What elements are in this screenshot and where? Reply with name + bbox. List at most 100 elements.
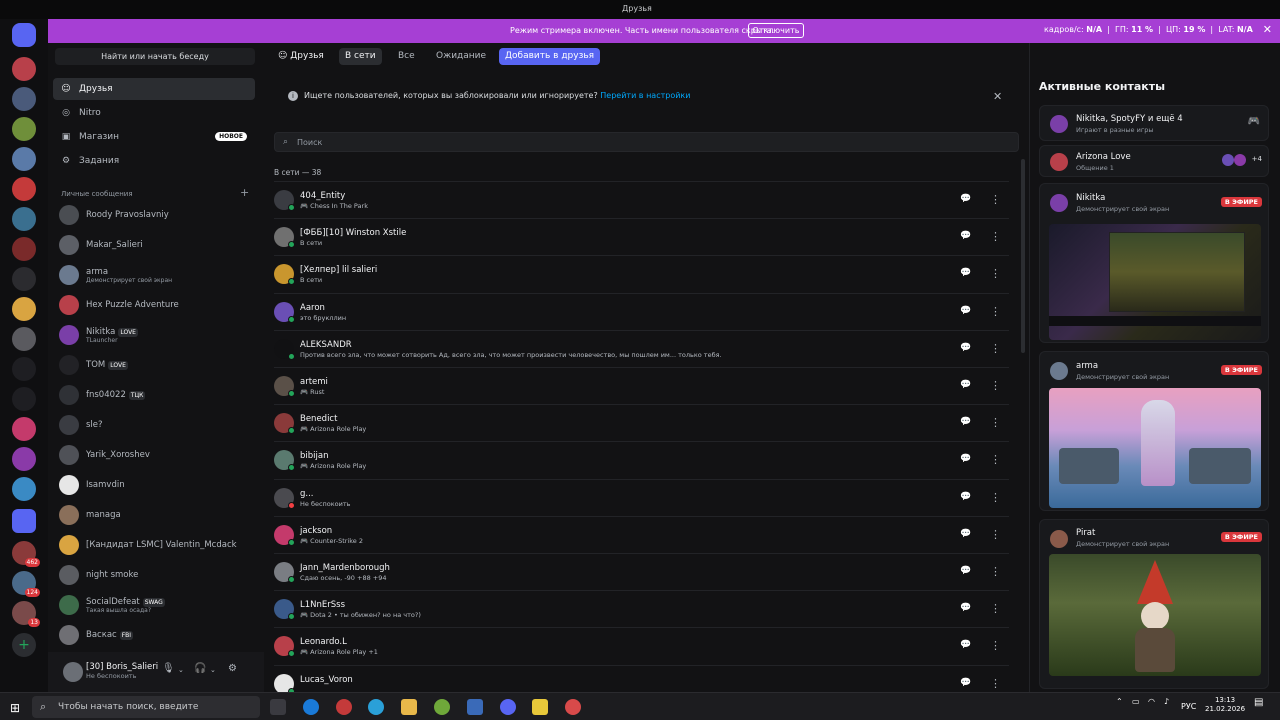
taskbar-search[interactable]: ⌕ Чтобы начать поиск, введите <box>32 696 260 718</box>
message-icon[interactable]: 💬 <box>960 417 972 429</box>
app-icon[interactable] <box>532 699 548 715</box>
friend-row[interactable]: Jann_Mardenborough Сдаю осень, -90 +88 +9… <box>274 553 1009 590</box>
sidebar-item-friends[interactable]: ☺ Друзья <box>53 78 255 100</box>
stream-preview[interactable] <box>1049 388 1261 508</box>
more-options-icon[interactable]: ⋮ <box>990 193 1001 206</box>
folder-icon[interactable] <box>12 509 36 533</box>
friend-row[interactable]: 404_Entity 🎮 Chess In The Park 💬 ⋮ <box>274 181 1009 218</box>
server-icon[interactable] <box>12 87 36 111</box>
add-server-icon[interactable]: + <box>12 633 36 657</box>
volume-icon[interactable]: ♪ <box>1164 697 1169 706</box>
more-options-icon[interactable]: ⋮ <box>990 379 1001 392</box>
gear-icon[interactable]: ⚙ <box>228 663 237 674</box>
stream-card[interactable]: arma Демонстрирует свой экран В ЭФИРЕ <box>1039 351 1269 511</box>
server-icon[interactable]: 13 <box>12 601 40 627</box>
server-icon[interactable]: 462 <box>12 541 40 567</box>
edge-icon[interactable] <box>303 699 319 715</box>
telegram-icon[interactable] <box>368 699 384 715</box>
dm-list-item[interactable]: Yarik_Xoroshev <box>53 442 255 468</box>
chevron-up-icon[interactable]: ⌃ <box>1116 697 1123 706</box>
sidebar-item-nitro[interactable]: ◎ Nitro <box>53 102 255 124</box>
sidebar-item-shop[interactable]: ▣ Магазин НОВОЕ <box>53 126 255 148</box>
friend-row[interactable]: [Хелпер] lil salieri В сети 💬 ⋮ <box>274 255 1009 292</box>
more-options-icon[interactable]: ⋮ <box>990 267 1001 280</box>
dm-list-item[interactable]: Isamvdin <box>53 472 255 498</box>
friend-row[interactable]: g... Не беспокоить 💬 ⋮ <box>274 478 1009 516</box>
activity-card-voice[interactable]: Arizona Love Общение 1 +4 <box>1039 145 1269 177</box>
username[interactable]: [30] Boris_Salieri <box>86 662 158 672</box>
friend-row[interactable]: artemi 🎮 Rust 💬 ⋮ <box>274 367 1009 404</box>
tab-all[interactable]: Все <box>392 48 421 65</box>
network-icon[interactable]: ▭ <box>1132 697 1140 706</box>
dm-list-item[interactable]: Васкас FBI <box>53 622 255 648</box>
message-icon[interactable]: 💬 <box>960 678 972 690</box>
stream-preview[interactable] <box>1049 224 1261 340</box>
server-icon[interactable]: 124 <box>12 571 40 597</box>
opera-icon[interactable] <box>336 699 352 715</box>
more-options-icon[interactable]: ⋮ <box>990 416 1001 429</box>
server-icon[interactable] <box>12 147 36 171</box>
friend-row[interactable]: bibijan 🎮 Arizona Role Play 💬 ⋮ <box>274 441 1009 478</box>
notifications-icon[interactable]: ▤ <box>1254 697 1263 708</box>
scrollbar[interactable] <box>1021 159 1025 353</box>
more-options-icon[interactable]: ⋮ <box>990 230 1001 243</box>
server-icon[interactable] <box>12 177 36 201</box>
settings-link[interactable]: Перейти в настройки <box>600 91 690 100</box>
server-icon[interactable] <box>12 387 36 411</box>
windows-start-icon[interactable]: ⊞ <box>10 701 20 715</box>
server-icon[interactable] <box>12 477 36 501</box>
message-icon[interactable]: 💬 <box>960 343 972 355</box>
dm-list-item[interactable]: managa <box>53 502 255 528</box>
message-icon[interactable]: 💬 <box>960 231 972 243</box>
message-icon[interactable]: 💬 <box>960 454 972 466</box>
dm-list-item[interactable]: TOM LOVE <box>53 352 255 378</box>
dm-list-item[interactable]: night smoke <box>53 562 255 588</box>
more-options-icon[interactable]: ⋮ <box>990 305 1001 318</box>
dm-list-item[interactable]: sle? <box>53 412 255 438</box>
dm-list-item[interactable]: Makar_Salieri <box>53 232 255 258</box>
more-options-icon[interactable]: ⋮ <box>990 565 1001 578</box>
activity-card-group[interactable]: Nikitka, SpotyFY и ещё 4 Играют в разные… <box>1039 105 1269 141</box>
discord-home-icon[interactable] <box>12 23 36 47</box>
friend-row[interactable]: jackson 🎮 Counter-Strike 2 💬 ⋮ <box>274 515 1009 553</box>
server-icon[interactable] <box>12 297 36 321</box>
message-icon[interactable]: 💬 <box>960 380 972 392</box>
chevron-down-icon[interactable]: ⌄ <box>210 666 216 674</box>
app-icon[interactable] <box>434 699 450 715</box>
message-icon[interactable]: 💬 <box>960 640 972 652</box>
disable-streamer-mode-button[interactable]: Отключить <box>748 23 804 38</box>
close-icon[interactable]: ✕ <box>993 90 1002 103</box>
friend-row[interactable]: Leonardo.L 🎮 Arizona Role Play +1 💬 ⋮ <box>274 627 1009 664</box>
language-indicator[interactable]: РУС <box>1181 702 1196 711</box>
dm-list-item[interactable]: [Кандидат LSMC] Valentin_Mcdack <box>53 532 255 558</box>
tab-online[interactable]: В сети <box>339 48 382 65</box>
stream-preview[interactable] <box>1049 554 1261 676</box>
friend-row[interactable]: Aaron это брукллин 💬 ⋮ <box>274 292 1009 330</box>
stream-card[interactable]: Pirat Демонстрирует свой экран В ЭФИРЕ <box>1039 519 1269 689</box>
more-options-icon[interactable]: ⋮ <box>990 453 1001 466</box>
more-options-icon[interactable]: ⋮ <box>990 491 1001 504</box>
dm-list-item[interactable]: fns04022 ТЦК <box>53 382 255 408</box>
dm-list-item[interactable]: Hex Puzzle Adventure <box>53 292 255 318</box>
more-options-icon[interactable]: ⋮ <box>990 639 1001 652</box>
app-icon[interactable] <box>467 699 483 715</box>
search-input[interactable] <box>297 135 997 149</box>
task-view-icon[interactable] <box>270 699 286 715</box>
wifi-icon[interactable]: ◠ <box>1148 697 1155 706</box>
message-icon[interactable]: 💬 <box>960 268 972 280</box>
dm-list-item[interactable]: Nikitka LOVE TLauncher <box>53 322 255 348</box>
chevron-down-icon[interactable]: ⌄ <box>178 666 184 674</box>
find-conversation-button[interactable]: Найти или начать беседу <box>55 48 255 65</box>
server-icon[interactable] <box>12 57 36 81</box>
clock[interactable]: 13:13 21.02.2026 <box>1205 696 1245 714</box>
stream-card[interactable]: Nikitka Демонстрирует свой экран В ЭФИРЕ <box>1039 183 1269 343</box>
headphones-icon[interactable]: 🎧 <box>194 663 206 674</box>
dm-list-item[interactable]: arma Демонстрирует свой экран <box>53 262 255 288</box>
add-friend-button[interactable]: Добавить в друзья <box>499 48 601 65</box>
more-options-icon[interactable]: ⋮ <box>990 602 1001 615</box>
close-icon[interactable]: ✕ <box>1263 23 1272 36</box>
server-icon[interactable] <box>12 237 36 261</box>
server-icon[interactable] <box>12 327 36 351</box>
more-options-icon[interactable]: ⋮ <box>990 528 1001 541</box>
server-icon[interactable] <box>12 117 36 141</box>
